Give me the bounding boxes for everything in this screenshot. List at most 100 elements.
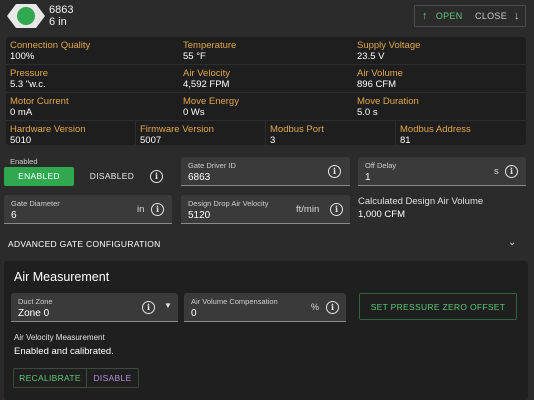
stat-label: Connection Quality — [10, 40, 91, 51]
stat-modbus-port: Modbus Port 3 — [270, 124, 324, 146]
off-delay-field[interactable]: Off Delay 1 s i — [358, 157, 526, 186]
open-button[interactable]: ↑ OPEN — [415, 6, 470, 26]
stats-divider — [135, 120, 136, 145]
open-label: OPEN — [435, 11, 463, 21]
field-value: 0 — [191, 308, 197, 319]
stat-label: Air Volume — [357, 68, 403, 79]
info-icon[interactable]: i — [326, 301, 339, 314]
stat-value: 3 — [270, 135, 276, 146]
field-label: Design Drop Air Velocity — [188, 199, 269, 208]
duct-zone-select[interactable]: Duct Zone Zone 0 i ▼ — [11, 293, 178, 322]
info-icon[interactable]: i — [151, 203, 164, 216]
stat-value: 5010 — [10, 135, 32, 146]
field-value: 6 — [11, 210, 17, 221]
close-button[interactable]: CLOSE ↓ — [470, 6, 525, 26]
unit-label: in — [137, 204, 145, 215]
disable-button[interactable]: DISABLE — [87, 369, 138, 387]
stat-value: 23.5 V — [357, 51, 385, 62]
stat-temperature: Temperature 55 °F — [183, 40, 236, 62]
gate-diameter-field[interactable]: Gate Diameter 6 in i — [4, 195, 172, 224]
gate-id-title: 6863 — [49, 4, 74, 16]
field-label: Gate Driver ID — [188, 161, 236, 170]
field-label: Off Delay — [365, 161, 397, 170]
stat-air-velocity: Air Velocity 4,592 FPM — [183, 68, 230, 90]
enabled-option[interactable]: ENABLED — [4, 167, 74, 186]
stats-divider — [6, 120, 526, 121]
stats-divider — [265, 120, 266, 145]
field-label: Air Volume Compensation — [191, 297, 278, 306]
set-pressure-zero-offset-button[interactable]: SET PRESSURE ZERO OFFSET — [359, 293, 517, 320]
gate-driver-id-field[interactable]: Gate Driver ID 6863 i — [181, 157, 350, 186]
stat-label: Air Velocity — [183, 68, 230, 79]
unit-label: % — [311, 302, 320, 312]
stat-label: Supply Voltage — [357, 40, 421, 51]
stat-value: 5007 — [140, 135, 162, 146]
stat-motor-current: Motor Current 0 mA — [10, 96, 69, 118]
arrow-down-icon: ↓ — [514, 10, 520, 22]
info-icon[interactable]: i — [505, 165, 518, 178]
close-label: CLOSE — [475, 11, 508, 21]
stat-label: Modbus Address — [400, 124, 471, 135]
stat-label: Move Duration — [357, 96, 419, 107]
stats-divider — [6, 64, 526, 65]
stat-pressure: Pressure 5.3 "w.c. — [10, 68, 48, 90]
info-icon[interactable]: i — [330, 203, 343, 216]
design-air-velocity-field[interactable]: Design Drop Air Velocity 5120 ft/min i — [181, 195, 350, 224]
panel-title: Air Measurement — [14, 270, 110, 284]
calculated-volume-value: 1,000 CFM — [358, 209, 405, 220]
velocity-measurement-status: Enabled and calibrated. — [14, 346, 114, 357]
stat-value: 81 — [400, 135, 411, 146]
gate-header: 6863 6 in ↑ OPEN CLOSE ↓ — [0, 0, 534, 34]
stat-value: 896 CFM — [357, 79, 397, 90]
stats-divider — [6, 92, 526, 93]
stat-supply-voltage: Supply Voltage 23.5 V — [357, 40, 420, 62]
stat-value: 5.0 s — [357, 107, 378, 118]
air-measurement-panel: Air Measurement Duct Zone Zone 0 i ▼ Air… — [4, 261, 528, 400]
gate-status-icon — [7, 4, 45, 28]
stat-value: 100% — [10, 51, 35, 62]
field-label: Duct Zone — [18, 297, 53, 306]
stat-connection-quality: Connection Quality 100% — [10, 40, 90, 62]
stat-label: Pressure — [10, 68, 49, 79]
stat-label: Modbus Port — [270, 124, 324, 135]
stat-value: 0 Ws — [183, 107, 205, 118]
stat-label: Motor Current — [10, 96, 69, 107]
stat-value: 0 mA — [10, 107, 33, 118]
open-close-control: ↑ OPEN CLOSE ↓ — [414, 5, 526, 27]
unit-label: ft/min — [296, 204, 320, 215]
field-value: Zone 0 — [18, 308, 50, 319]
stat-move-energy: Move Energy 0 Ws — [183, 96, 239, 118]
calculated-volume-label: Calculated Design Air Volume — [358, 196, 484, 207]
stat-value: 55 °F — [183, 51, 206, 62]
velocity-measurement-label: Air Velocity Measurement — [14, 333, 105, 342]
stats-divider — [395, 120, 396, 145]
stat-modbus-address: Modbus Address 81 — [400, 124, 471, 146]
advanced-config-toggle[interactable]: ADVANCED GATE CONFIGURATION ⌄ — [0, 233, 534, 255]
stat-label: Firmware Version — [140, 124, 214, 135]
disabled-option[interactable]: DISABLED — [74, 167, 150, 186]
stat-firmware-version: Firmware Version 5007 — [140, 124, 214, 146]
field-label: Gate Diameter — [11, 199, 60, 208]
enabled-label: Enabled — [10, 157, 38, 166]
calibration-button-group: RECALIBRATE DISABLE — [13, 368, 139, 388]
info-icon[interactable]: i — [142, 301, 155, 314]
volume-compensation-field[interactable]: Air Volume Compensation 0 % i — [184, 293, 346, 322]
info-icon[interactable]: i — [150, 170, 163, 183]
stat-label: Temperature — [183, 40, 237, 51]
advanced-config-label: ADVANCED GATE CONFIGURATION — [8, 239, 161, 249]
stat-move-duration: Move Duration 5.0 s — [357, 96, 419, 118]
arrow-up-icon: ↑ — [422, 10, 428, 22]
unit-label: s — [494, 166, 499, 177]
stat-label: Hardware Version — [10, 124, 86, 135]
chevron-down-icon: ⌄ — [508, 237, 517, 248]
info-icon[interactable]: i — [328, 165, 341, 178]
field-value: 5120 — [188, 210, 211, 221]
gate-size-subtitle: 6 in — [49, 16, 67, 28]
enabled-toggle: ENABLED DISABLED — [4, 167, 150, 186]
stat-value: 4,592 FPM — [183, 79, 230, 90]
stat-label: Move Energy — [183, 96, 239, 107]
dropdown-caret-icon[interactable]: ▼ — [164, 301, 172, 310]
recalibrate-button[interactable]: RECALIBRATE — [14, 369, 87, 387]
stat-air-volume: Air Volume 896 CFM — [357, 68, 403, 90]
field-value: 1 — [365, 172, 371, 183]
